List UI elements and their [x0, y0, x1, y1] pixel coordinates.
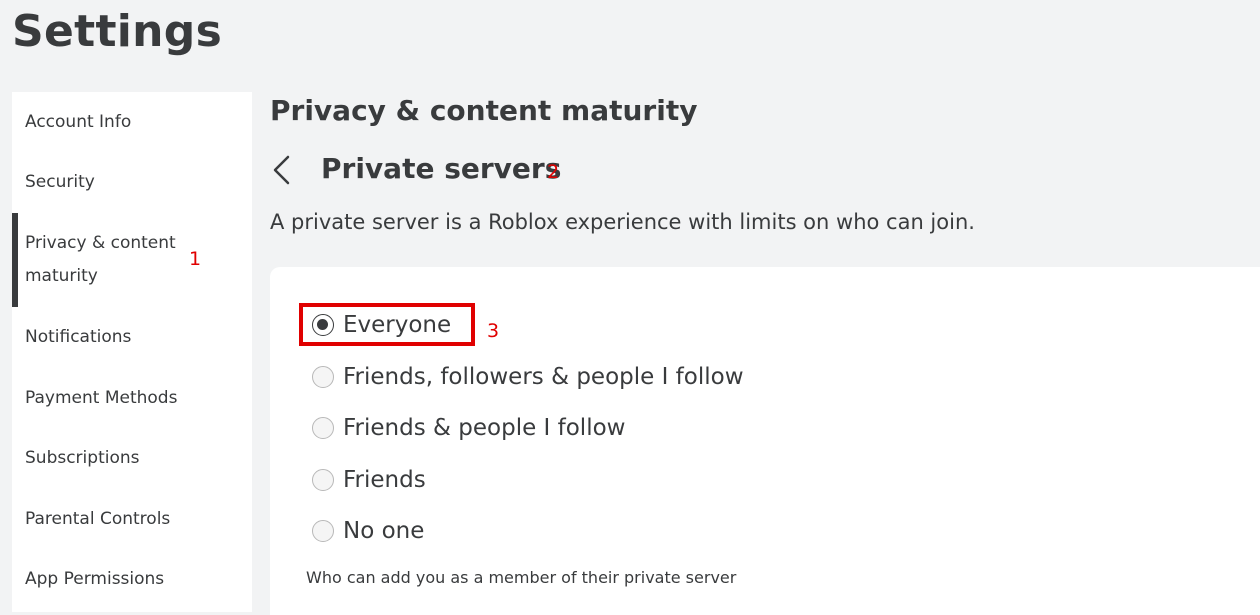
sidebar-item-notifications[interactable]: Notifications	[12, 321, 252, 354]
chevron-left-icon	[273, 155, 290, 185]
radio-button[interactable]	[312, 417, 334, 439]
sidebar-item-privacy[interactable]: Privacy & content maturity	[12, 213, 252, 307]
annotation-marker-1: 1	[189, 248, 202, 270]
sidebar-item-payment-methods[interactable]: Payment Methods	[12, 382, 252, 415]
sidebar-item-account-info[interactable]: Account Info	[12, 106, 252, 139]
subsection-title: Private servers	[321, 152, 562, 185]
private-server-footnote: Who can add you as a member of their pri…	[306, 568, 737, 587]
sidebar-item-security[interactable]: Security	[12, 166, 252, 199]
radio-option-friends[interactable]: Friends	[312, 465, 426, 495]
annotation-highlight-box	[299, 303, 475, 346]
section-title: Privacy & content maturity	[270, 94, 698, 127]
back-button[interactable]	[268, 152, 298, 188]
section-description: A private server is a Roblox experience …	[270, 210, 975, 234]
sidebar-item-label: Account Info	[25, 112, 132, 132]
annotation-marker-2: 2	[547, 161, 560, 183]
annotation-marker-3: 3	[487, 320, 500, 342]
sidebar-item-label: Payment Methods	[25, 388, 178, 408]
radio-button[interactable]	[312, 520, 334, 542]
sidebar-item-app-permissions[interactable]: App Permissions	[12, 563, 252, 596]
sidebar-item-parental-controls[interactable]: Parental Controls	[12, 503, 252, 536]
radio-button[interactable]	[312, 469, 334, 491]
settings-sidebar: Account Info Security Privacy & content …	[12, 92, 252, 612]
radio-label: Friends	[343, 467, 426, 493]
sidebar-item-subscriptions[interactable]: Subscriptions	[12, 442, 252, 475]
radio-label: Friends & people I follow	[343, 415, 626, 441]
radio-option-friends-following[interactable]: Friends & people I follow	[312, 413, 625, 443]
radio-label: Friends, followers & people I follow	[343, 364, 744, 390]
radio-label: No one	[343, 518, 425, 544]
page-title: Settings	[12, 6, 223, 57]
sidebar-item-label: Subscriptions	[25, 448, 140, 468]
sidebar-item-label: Notifications	[25, 327, 132, 347]
sidebar-item-label: Privacy & content maturity	[25, 233, 176, 286]
radio-option-friends-followers-following[interactable]: Friends, followers & people I follow	[312, 362, 744, 392]
radio-button[interactable]	[312, 366, 334, 388]
sidebar-item-label: Parental Controls	[25, 509, 171, 529]
sidebar-item-label: Security	[25, 172, 95, 192]
radio-option-no-one[interactable]: No one	[312, 516, 424, 546]
sidebar-item-label: App Permissions	[25, 569, 165, 589]
